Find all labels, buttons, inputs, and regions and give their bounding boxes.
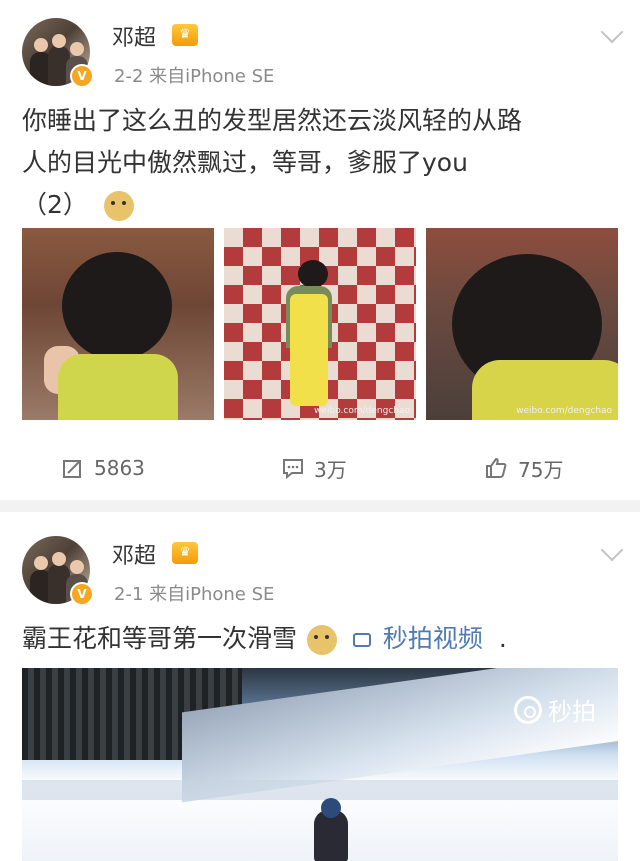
post-text: 你睡出了这么丑的发型居然还云淡风轻的从路 人的目光中傲然飘过，等哥，爹服了you… — [22, 100, 620, 226]
miaopai-icon — [514, 695, 542, 724]
doge-emoji — [306, 625, 337, 655]
post-actions: 5863 3万 75万 — [0, 440, 640, 496]
post-photo-2[interactable]: weibo.com/dengchao — [224, 228, 416, 420]
post-trailing-dot: . — [498, 624, 507, 653]
photo-watermark: weibo.com/dengchao — [516, 406, 612, 416]
post-text-line-1: 你睡出了这么丑的发型居然还云淡风轻的从路 — [22, 106, 523, 135]
username[interactable]: 邓超 — [112, 20, 156, 52]
miaopai-badge: 秒拍 — [514, 692, 596, 727]
post-text-number: （2） — [22, 190, 88, 219]
chevron-down-icon[interactable] — [600, 20, 624, 44]
repost-button[interactable]: 5863 — [62, 440, 145, 496]
skier-figure — [314, 798, 348, 861]
post-text: 霸王花和等哥第一次滑雪 秒拍视频 . — [22, 618, 620, 660]
video-link[interactable]: 秒拍视频 — [352, 624, 491, 653]
like-icon — [486, 457, 507, 478]
repost-count: 5863 — [94, 456, 145, 480]
comment-icon — [283, 459, 303, 479]
verified-badge-icon: V — [70, 582, 94, 606]
miaopai-label: 秒拍 — [548, 698, 596, 726]
photo-watermark: weibo.com/dengchao — [314, 406, 410, 416]
crown-icon: ♛ — [172, 24, 198, 46]
weibo-post-1: V 邓超 ♛ 2-2 来自iPhone SE 你睡出了这么丑的发型居然还云淡风轻… — [0, 0, 640, 500]
post-meta: 2-1 来自iPhone SE — [114, 584, 275, 605]
post-text-body: 霸王花和等哥第一次滑雪 — [22, 624, 298, 653]
like-button[interactable]: 75万 — [484, 440, 563, 496]
comment-count: 3万 — [314, 457, 347, 482]
doge-emoji — [103, 191, 134, 221]
post-photo-1[interactable] — [22, 228, 214, 420]
username[interactable]: 邓超 — [112, 538, 156, 570]
like-count: 75万 — [518, 457, 564, 482]
video-link-label: 秒拍视频 — [382, 624, 483, 653]
video-thumbnail[interactable]: 秒拍 — [22, 668, 618, 861]
repost-icon — [63, 460, 81, 478]
crown-icon: ♛ — [172, 542, 198, 564]
post-photo-3[interactable]: weibo.com/dengchao — [426, 228, 618, 420]
post-text-line-3: （2） — [22, 184, 620, 226]
comment-button[interactable]: 3万 — [282, 440, 347, 496]
verified-badge-icon: V — [70, 64, 94, 88]
post-text-line-2: 人的目光中傲然飘过，等哥，爹服了you — [22, 148, 468, 177]
video-icon — [352, 633, 371, 647]
post-meta: 2-2 来自iPhone SE — [114, 66, 275, 87]
